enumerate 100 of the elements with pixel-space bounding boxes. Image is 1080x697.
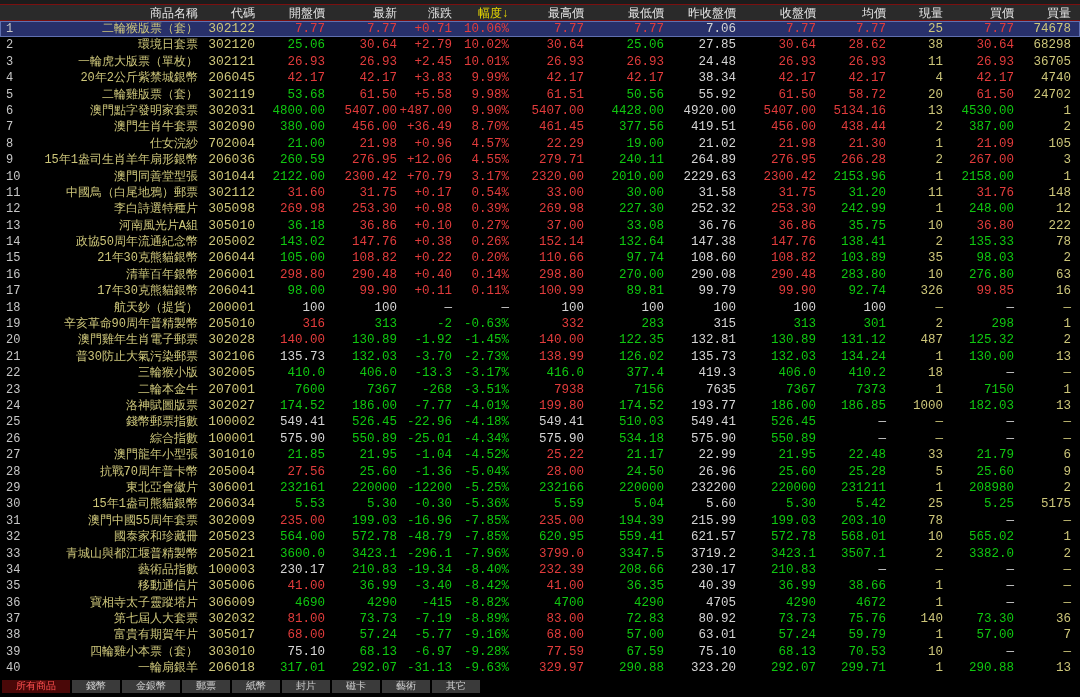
column-header[interactable]: 漲跌 bbox=[397, 5, 452, 22]
table-cell-text: 269.98 bbox=[279, 201, 325, 218]
table-row[interactable]: 2 環境日套票 302120 25.06 30.64 +2.79 10.02% 30.64 25.06 27.85 30.64 28.62 38 30.64 68298 bbox=[0, 37, 1080, 54]
table-row[interactable]: 4 20年2公斤紫禁城銀幣 206045 42.17 42.17 +3.83 9.99% 42.17 42.17 38.34 42.17 42.17 4 42.17 4740 bbox=[0, 70, 1080, 87]
table-cell-text: 58.72 bbox=[847, 86, 886, 103]
column-header[interactable]: 昨收盤價 bbox=[664, 5, 736, 22]
product-name: 錢幣郵票指數 bbox=[125, 414, 198, 431]
table-cell-text: 22.48 bbox=[847, 447, 886, 464]
table-row[interactable]: 17 17年30克熊貓銀幣 206041 98.00 99.90 +0.11 0.11% 100.99 89.81 99.79 99.90 92.74 326 99.85 16 bbox=[0, 283, 1080, 300]
table-row[interactable]: 1 二輪猴版票（套） 302122 7.77 7.77 +0.71 10.06% 7.77 7.77 7.06 7.77 7.77 25 7.77 74678 bbox=[0, 21, 1080, 38]
column-header[interactable]: 買量 bbox=[1014, 5, 1071, 22]
table-row[interactable]: 31 澳門中國55周年套票 302009 235.00 199.03 -16.96 -7.85% 235.00 194.39 215.99 199.03 203.10 78 — — bbox=[0, 512, 1080, 530]
table-row[interactable]: 40 一輪扇銀羊 206018 317.01 292.07 -31.13 -9.63% 329.97 290.88 323.20 292.07 299.71 1 290.88 13 bbox=[0, 660, 1080, 677]
category-tab[interactable]: 其它 bbox=[432, 679, 480, 693]
table-cell-text: 13 bbox=[927, 102, 943, 120]
table-row[interactable]: 5 二輪雞版票（套） 302119 53.68 61.50 +5.58 9.98% 61.51 50.56 55.92 61.50 58.72 20 61.50 24702 bbox=[0, 86, 1080, 103]
table-row[interactable]: 35 移動通信片 305006 41.00 36.99 -3.40 -8.42% 41.00 36.35 40.39 36.99 38.66 1 — — bbox=[0, 578, 1080, 595]
table-row[interactable]: 33 青城山與都江堰普精製幣 205021 3600.0 3423.1 -296.1 -7.96% 3799.0 3347.5 3719.2 3423.1 3507.1 2 3382.0 2 bbox=[0, 545, 1080, 562]
row-number: 19 bbox=[5, 316, 22, 333]
table-row[interactable]: 22 三輪猴小版 302005 410.0 406.0 -13.3 -3.17% 416.0 377.4 419.3 406.0 410.2 18 — — bbox=[0, 365, 1080, 382]
table-cell-text: 7.77 bbox=[633, 21, 664, 38]
table-row[interactable]: 3 一輪虎大版票（單枚） 302121 26.93 26.93 +2.45 10.01% 26.93 26.93 24.48 26.93 26.93 11 26.93 36705 bbox=[0, 53, 1080, 71]
category-tab[interactable]: 紙幣 bbox=[232, 679, 280, 693]
table-row[interactable]: 16 清華百年銀幣 206001 298.80 290.48 +0.40 0.14% 298.80 270.00 290.08 290.48 283.80 10 276.80 63 bbox=[0, 266, 1080, 284]
table-cell-text: 22.29 bbox=[545, 135, 584, 153]
table-row[interactable]: 18 航天鈔（提貨） 200001 100 100 — — 100 100 100 100 100 — — — bbox=[0, 299, 1080, 317]
table-cell-text: — bbox=[877, 414, 886, 431]
table-row[interactable]: 12 李白詩選特種片 305098 269.98 253.30 +0.98 0.39% 269.98 227.30 252.32 253.30 242.99 1 248.00 12 bbox=[0, 201, 1080, 218]
table-cell-text: 210.83 bbox=[770, 561, 816, 579]
table-cell-text: -268 bbox=[421, 381, 452, 398]
column-header[interactable]: 代碼 bbox=[198, 5, 255, 22]
column-header[interactable]: 開盤價 bbox=[255, 5, 325, 22]
table-cell-text: 27.56 bbox=[286, 463, 325, 480]
table-row[interactable]: 14 政協50周年流通紀念幣 205002 143.02 147.76 +0.38 0.26% 152.14 132.64 147.38 147.76 138.41 2 135.33 78 bbox=[0, 234, 1080, 251]
table-row[interactable]: 10 澳門同善堂型張 301044 2122.00 2300.42 +70.79 3.17% 2320.00 2010.00 2229.63 2300.42 2153.96 1 2158.00 1 bbox=[0, 168, 1080, 185]
table-row[interactable]: 37 第七屆人大套票 302032 81.00 73.73 -7.19 -8.89% 83.00 72.83 80.92 73.73 75.76 140 73.30 36 bbox=[0, 611, 1080, 628]
column-header[interactable]: 均價 bbox=[816, 5, 886, 22]
table-cell-text: 299.71 bbox=[840, 660, 886, 677]
table-cell-text: 75.10 bbox=[286, 643, 325, 661]
table-row[interactable]: 36 寶相寺太子靈蹤塔片 306009 4690 4290 -415 -8.82% 4700 4290 4705 4290 4672 1 — — bbox=[0, 594, 1080, 612]
table-cell-text: 42.17 bbox=[975, 70, 1014, 87]
product-name: 二輪本金牛 bbox=[137, 381, 198, 398]
row-number: 36 bbox=[5, 594, 22, 612]
table-cell-text: 620.95 bbox=[538, 529, 584, 546]
category-tab[interactable]: 磁卡 bbox=[332, 679, 380, 693]
table-row[interactable]: 20 澳門雞年生肖電子郵票 302028 140.00 130.89 -1.92 -1.45% 140.00 122.35 132.81 130.89 131.12 487 125.32 2 bbox=[0, 332, 1080, 349]
table-row[interactable]: 27 澳門龍年小型張 301010 21.85 21.95 -1.04 -4.52% 25.22 21.17 22.99 21.95 22.48 33 21.79 6 bbox=[0, 447, 1080, 464]
table-row[interactable]: 11 中國鳥（白尾地鴉）郵票 302112 31.60 31.75 +0.17 0.54% 33.00 30.00 31.58 31.75 31.20 11 31.76 148 bbox=[0, 184, 1080, 202]
table-cell-text: 99.79 bbox=[697, 283, 736, 300]
table-row[interactable]: 39 四輪雞小本票（套） 303010 75.10 68.13 -6.97 -9.28% 77.59 67.59 75.10 68.13 70.53 10 — — bbox=[0, 643, 1080, 661]
column-header[interactable]: 商品名稱 bbox=[28, 5, 198, 22]
table-cell-text: 5.30 bbox=[366, 496, 397, 513]
table-cell-text: 292.07 bbox=[770, 660, 816, 677]
category-tab[interactable]: 所有商品 bbox=[2, 679, 70, 693]
table-row[interactable]: 21 普30防止大氣污染郵票 302106 135.73 132.03 -3.70 -2.73% 138.99 126.02 135.73 132.03 134.24 1 130.00 13 bbox=[0, 348, 1080, 366]
table-cell-text: -1.36 bbox=[413, 463, 452, 480]
table-row[interactable]: 15 21年30克熊貓銀幣 206044 105.00 108.82 +0.22 0.20% 110.66 97.74 108.60 108.82 103.89 35 98.03 2 bbox=[0, 250, 1080, 267]
table-row[interactable]: 19 辛亥革命90周年普精製幣 205010 316 313 -2 -0.63% 332 283 315 313 301 2 298 1 bbox=[0, 316, 1080, 333]
column-header[interactable]: 現量 bbox=[886, 5, 943, 22]
row-number: 40 bbox=[5, 660, 22, 677]
category-tab[interactable]: 金銀幣 bbox=[122, 679, 180, 693]
column-header[interactable]: 幅度↓ bbox=[452, 5, 509, 22]
category-tab[interactable]: 封片 bbox=[282, 679, 330, 693]
table-row[interactable]: 6 澳門點字發明家套票 302031 4800.00 5407.00 +487.00 9.90% 5407.00 4428.00 4920.00 5407.00 5134.16 13 4530.00 1 bbox=[0, 102, 1080, 120]
column-header[interactable]: 最新 bbox=[325, 5, 397, 22]
table-row[interactable]: 7 澳門生肖牛套票 302090 380.00 456.00 +36.49 8.70% 461.45 377.56 419.51 456.00 438.44 2 387.00 2 bbox=[0, 119, 1080, 136]
category-tab[interactable]: 藝術 bbox=[382, 679, 430, 693]
table-cell-text: 230.17 bbox=[690, 561, 736, 579]
table-cell-text: 3347.5 bbox=[618, 545, 664, 562]
table-cell-text: — bbox=[500, 299, 509, 317]
table-row[interactable]: 24 洛神賦圖版票 302027 174.52 186.00 -7.77 -4.01% 199.80 174.52 193.77 186.00 186.85 1000 182.03 13 bbox=[0, 398, 1080, 415]
table-cell-text: — bbox=[934, 561, 943, 579]
product-name: 李白詩選特種片 bbox=[113, 201, 198, 218]
product-code: 302032 bbox=[207, 611, 255, 628]
table-cell-text: -31.13 bbox=[406, 660, 452, 677]
column-header[interactable]: 收盤價 bbox=[736, 5, 816, 22]
table-row[interactable]: 23 二輪本金牛 207001 7600 7367 -268 -3.51% 7938 7156 7635 7367 7373 1 7150 1 bbox=[0, 381, 1080, 398]
table-row[interactable]: 29 東北亞會徽片 306001 232161 220000 -12200 -5.25% 232166 220000 232200 220000 231211 1 208980 2 bbox=[0, 479, 1080, 497]
table-row[interactable]: 32 國泰家和珍藏冊 205023 564.00 572.78 -48.79 -7.85% 620.95 559.41 621.57 572.78 568.01 10 565.02 1 bbox=[0, 529, 1080, 546]
column-header[interactable]: 買價 bbox=[943, 5, 1014, 22]
column-header[interactable]: 最低價 bbox=[584, 5, 664, 22]
table-cell-text: +0.22 bbox=[413, 250, 452, 267]
table-cell-text: -3.17% bbox=[463, 365, 509, 382]
product-code: 303010 bbox=[207, 643, 255, 661]
table-cell-text: 290.08 bbox=[690, 266, 736, 284]
column-header[interactable]: 最高價 bbox=[509, 5, 584, 22]
table-row[interactable]: 8 仕女浣紗 702004 21.00 21.98 +0.96 4.57% 22.29 19.00 21.02 21.98 21.30 1 21.09 105 bbox=[0, 135, 1080, 153]
table-cell-text: 7.77 bbox=[785, 21, 816, 38]
category-tab[interactable]: 郵票 bbox=[182, 679, 230, 693]
table-row[interactable]: 9 15年1盎司生肖羊年扇形銀幣 206036 260.59 276.95 +12.06 4.55% 279.71 240.11 264.89 276.95 266.28 2 267.00 3 bbox=[0, 152, 1080, 169]
product-code: 206001 bbox=[207, 266, 255, 284]
table-row[interactable]: 30 15年1盎司熊貓銀幣 206034 5.53 5.30 -0.30 -5.36% 5.59 5.04 5.60 5.30 5.42 25 5.25 5175 bbox=[0, 496, 1080, 513]
category-tab[interactable]: 錢幣 bbox=[72, 679, 120, 693]
table-cell-text: — bbox=[934, 430, 943, 448]
table-row[interactable]: 26 綜合指數 100001 575.90 550.89 -25.01 -4.34% 575.90 534.18 575.90 550.89 — — — — bbox=[0, 430, 1080, 448]
table-row[interactable]: 25 錢幣郵票指數 100002 549.41 526.45 -22.96 -4.18% 549.41 510.03 549.41 526.45 — — — — bbox=[0, 414, 1080, 431]
table-row[interactable]: 13 河南風光片A組 305010 36.18 36.86 +0.10 0.27% 37.00 33.08 36.76 36.86 35.75 10 36.80 222 bbox=[0, 217, 1080, 235]
table-row[interactable]: 34 藝術品指數 100003 230.17 210.83 -19.34 -8.40% 232.39 208.66 230.17 210.83 — — — — bbox=[0, 561, 1080, 579]
table-row[interactable]: 38 富貴有期賀年片 305017 68.00 57.24 -5.77 -9.16% 68.00 57.00 63.01 57.24 59.79 1 57.00 7 bbox=[0, 627, 1080, 644]
table-row[interactable]: 28 抗戰70周年普卡幣 205004 27.56 25.60 -1.36 -5.04% 28.00 24.50 26.96 25.60 25.28 5 25.60 9 bbox=[0, 463, 1080, 480]
